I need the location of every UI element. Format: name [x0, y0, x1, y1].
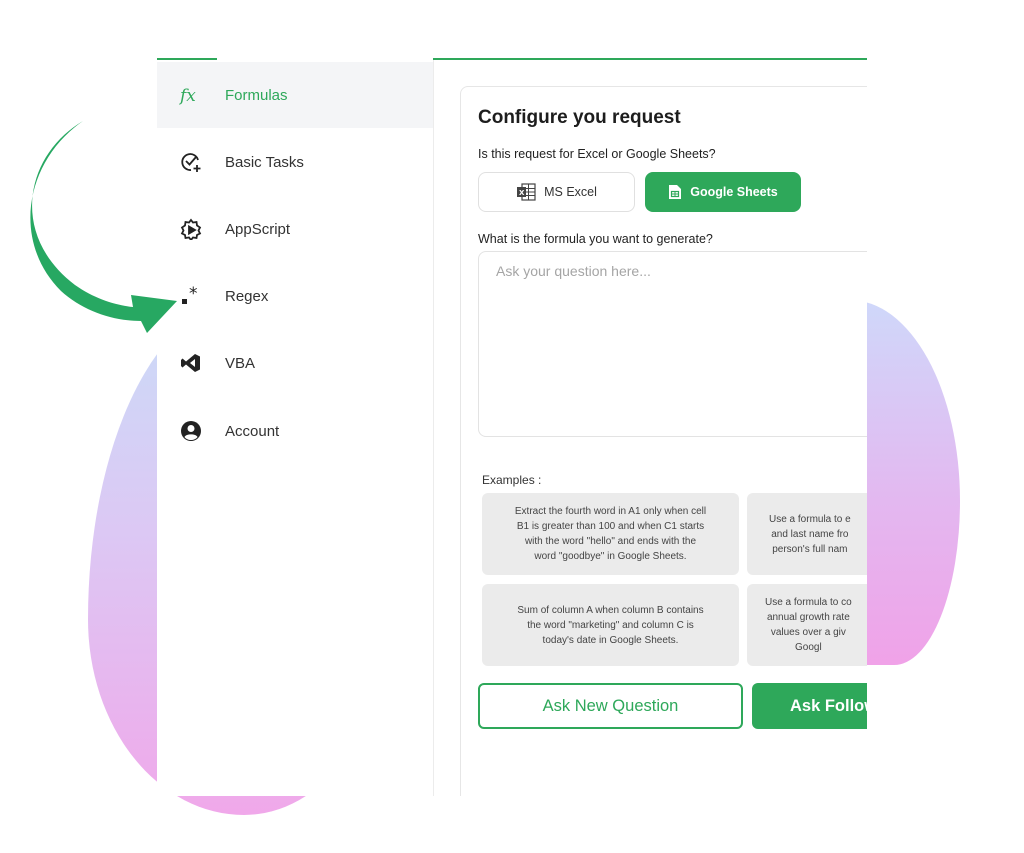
- example-text-line: Use a formula to co: [765, 597, 852, 608]
- svg-text:fx: fx: [179, 86, 196, 105]
- request-panel: Configure you request Is this request fo…: [460, 86, 867, 796]
- svg-text:*: *: [189, 285, 198, 304]
- example-text-line: and last name fro: [771, 528, 849, 540]
- sidebar-item-vba[interactable]: VBA: [157, 330, 433, 396]
- fx-icon: fx: [178, 82, 204, 108]
- examples-label: Examples :: [482, 473, 542, 487]
- google-sheets-label: Google Sheets: [690, 185, 778, 199]
- sidebar-item-regex[interactable]: * Regex: [157, 263, 433, 329]
- sidebar-item-account[interactable]: Account: [157, 398, 433, 464]
- example-text-line: with the word "hello" and ends with the: [524, 536, 697, 547]
- example-text-line: Extract the fourth word in A1 only when …: [514, 506, 707, 517]
- tool-question-label: Is this request for Excel or Google Shee…: [478, 147, 716, 161]
- example-card[interactable]: Use a formula to e and last name fro per…: [747, 493, 867, 575]
- sidebar-item-label: Account: [225, 422, 280, 440]
- page-title: Configure you request: [478, 107, 681, 128]
- app-window: fx Formulas Basic Tasks AppScript * Rege…: [157, 58, 867, 796]
- ms-excel-button[interactable]: X MS Excel: [478, 172, 635, 212]
- formula-question-label: What is the formula you want to generate…: [478, 232, 713, 246]
- example-text-line: annual growth rate: [766, 612, 850, 623]
- ms-excel-label: MS Excel: [544, 185, 597, 199]
- question-input[interactable]: [478, 251, 867, 437]
- excel-icon: X: [517, 183, 536, 201]
- sidebar: fx Formulas Basic Tasks AppScript * Rege…: [157, 60, 434, 796]
- sidebar-item-label: VBA: [225, 354, 256, 372]
- sidebar-item-formulas[interactable]: fx Formulas: [157, 62, 433, 128]
- example-card[interactable]: Extract the fourth word in A1 only when …: [482, 493, 739, 575]
- example-card[interactable]: Use a formula to co annual growth rate v…: [747, 584, 867, 666]
- example-text-line: B1 is greater than 100 and when C1 start…: [516, 521, 705, 532]
- google-sheets-icon: [669, 185, 682, 199]
- sidebar-item-label: Basic Tasks: [225, 153, 304, 171]
- example-text-line: person's full nam: [772, 543, 848, 555]
- ask-new-question-button[interactable]: Ask New Question: [478, 683, 743, 729]
- sidebar-item-basic-tasks[interactable]: Basic Tasks: [157, 129, 433, 195]
- sidebar-item-label: AppScript: [225, 220, 291, 238]
- vscode-icon: [178, 350, 204, 376]
- example-text-line: Googl: [795, 642, 822, 653]
- example-text-line: values over a giv: [770, 627, 846, 638]
- sidebar-item-label: Formulas: [225, 86, 288, 104]
- example-text-line: Use a formula to e: [769, 513, 851, 525]
- example-text-line: the word "marketing" and column C is: [527, 619, 694, 631]
- curved-arrow-icon: [30, 121, 178, 333]
- example-card[interactable]: Sum of column A when column B contains t…: [482, 584, 739, 666]
- user-circle-icon: [178, 418, 204, 444]
- svg-text:X: X: [519, 189, 525, 197]
- example-text-line: word "goodbye" in Google Sheets.: [534, 551, 687, 562]
- example-text-line: today's date in Google Sheets.: [542, 634, 679, 646]
- sidebar-item-label: Regex: [225, 287, 269, 305]
- ask-follow-up-button[interactable]: Ask Follow: [752, 683, 867, 729]
- sidebar-item-appscript[interactable]: AppScript: [157, 196, 433, 262]
- google-sheets-button[interactable]: Google Sheets: [645, 172, 801, 212]
- main-top-accent: [433, 58, 867, 60]
- example-text-line: Sum of column A when column B contains: [517, 604, 704, 616]
